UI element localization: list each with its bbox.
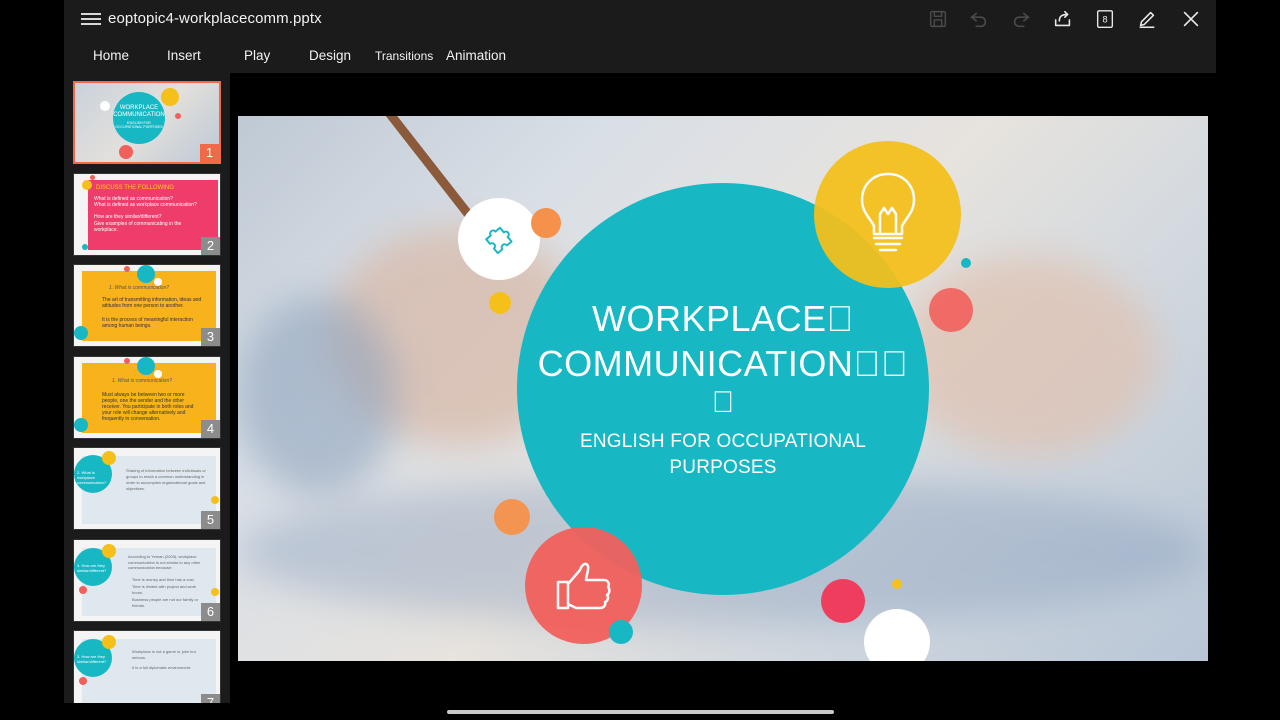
background-photo-sleeve bbox=[238, 296, 398, 496]
slide-number: 6 bbox=[201, 603, 220, 621]
thumbnail-line: Time is money and time has a cost. bbox=[132, 577, 195, 582]
top-bar: eoptopic4-workplacecomm.pptx 8 Home Inse… bbox=[64, 0, 1216, 73]
thumbnail-line: It is the process of meaningful interact… bbox=[102, 317, 193, 329]
slide-thumbnail-1[interactable]: WORKPLACE COMMUNICATION ENGLISH FOR OCCU… bbox=[73, 81, 221, 164]
thumbnail-line: What is defined as workplace communicati… bbox=[94, 202, 197, 208]
home-indicator[interactable] bbox=[447, 710, 834, 714]
thumbnail-title: DISCUSS THE FOLLOWING bbox=[96, 185, 174, 191]
slide-thumbnail-5[interactable]: 2. What is workplace communication? Shar… bbox=[73, 447, 221, 530]
share-icon[interactable] bbox=[1050, 6, 1076, 32]
decor-dot-orange-large bbox=[494, 499, 530, 535]
tab-insert[interactable]: Insert bbox=[167, 48, 201, 63]
slide-subtitle-line-2: PURPOSES bbox=[669, 457, 777, 478]
lightbulb-circle bbox=[814, 141, 961, 288]
undo-icon[interactable] bbox=[966, 6, 992, 32]
slide-number: 5 bbox=[201, 511, 220, 529]
decor-dot-orange bbox=[531, 208, 561, 238]
hamburger-menu-icon[interactable] bbox=[81, 10, 101, 30]
tab-transitions[interactable]: Transitions bbox=[375, 49, 433, 63]
slide-count-icon[interactable]: 8 bbox=[1092, 6, 1118, 32]
slide-thumbnail-6[interactable]: 3. How are they similar/different? Accor… bbox=[73, 539, 221, 622]
tab-play[interactable]: Play bbox=[244, 48, 270, 63]
thumbnail-subtitle: ENGLISH FOR OCCUPATIONAL PURPOSES bbox=[115, 121, 163, 129]
tab-home[interactable]: Home bbox=[93, 48, 129, 63]
thumbnail-title: 3. How are they similar/different? bbox=[77, 654, 107, 664]
thumbnail-title: WORKPLACE COMMUNICATION bbox=[113, 105, 165, 118]
thumbnail-line: Time is limited with project and work ho… bbox=[132, 584, 197, 595]
thumbnail-line: According to Yeman (2005), workplace com… bbox=[128, 554, 201, 570]
thumbnail-line: How are they similar/different? bbox=[94, 214, 162, 220]
slide-thumbnail-3[interactable]: 1. What is communication? The art of tra… bbox=[73, 264, 221, 347]
slide-title-line-2: COMMUNICATION   bbox=[537, 343, 909, 384]
lightbulb-icon bbox=[860, 172, 915, 251]
slide-thumbnail-4[interactable]: 1. What is communication? Must always be… bbox=[73, 356, 221, 439]
thumbnail-title: 1. What is communication? bbox=[109, 285, 170, 291]
thumbnail-line: Workplace is not a game or joke but seri… bbox=[132, 649, 196, 660]
thumbnail-title: 3. How are they similar/different? bbox=[77, 563, 107, 573]
puzzle-circle bbox=[458, 198, 540, 280]
thumbnail-line: Give examples of communicating in the wo… bbox=[94, 221, 182, 233]
decor-dot-yellow bbox=[489, 292, 511, 314]
thumbnail-title: 1. What is communication? bbox=[112, 378, 173, 384]
decor-dot-coral bbox=[929, 288, 973, 332]
slide-canvas: WORKPLACE  COMMUNICATION     ENGLISH FOR… bbox=[236, 73, 1216, 703]
decor-dot-teal-small bbox=[961, 258, 971, 268]
tab-animation[interactable]: Animation bbox=[446, 48, 506, 63]
slide-number: 1 bbox=[200, 144, 219, 162]
decor-dot-yellow-small bbox=[892, 579, 902, 589]
close-icon[interactable] bbox=[1178, 6, 1204, 32]
slide-number: 2 bbox=[201, 237, 220, 255]
slide-thumbnail-panel[interactable]: WORKPLACE COMMUNICATION ENGLISH FOR OCCU… bbox=[64, 73, 230, 703]
slide-number: 7 bbox=[201, 694, 220, 703]
slide-thumbnail-2[interactable]: DISCUSS THE FOLLOWING What is defined as… bbox=[73, 173, 221, 256]
slide-title-line-3:   bbox=[711, 386, 735, 419]
thumbnail-title: 2. What is workplace communication? bbox=[77, 470, 107, 485]
slide-number: 4 bbox=[201, 420, 220, 438]
file-name: eoptopic4-workplacecomm.pptx bbox=[108, 10, 322, 27]
presentation-app: eoptopic4-workplacecomm.pptx 8 Home Inse… bbox=[64, 0, 1216, 720]
thumbnail-line: The art of transmitting information, ide… bbox=[102, 297, 202, 309]
slide-number: 3 bbox=[201, 328, 220, 346]
thumbnail-line: Sharing of information between individua… bbox=[126, 468, 206, 491]
background-photo-hand-right bbox=[898, 256, 1158, 456]
decor-dot-pink bbox=[821, 579, 865, 623]
slide-subtitle-line-1: ENGLISH FOR OCCUPATIONAL bbox=[580, 431, 866, 452]
tab-design[interactable]: Design bbox=[309, 48, 351, 63]
edit-pen-icon[interactable] bbox=[1134, 6, 1160, 32]
slide-count-value: 8 bbox=[1102, 15, 1107, 25]
slide-thumbnail-7[interactable]: 3. How are they similar/different? Workp… bbox=[73, 630, 221, 703]
slide-title-line-1: WORKPLACE  bbox=[591, 298, 855, 339]
decor-dot-teal bbox=[609, 620, 633, 644]
current-slide[interactable]: WORKPLACE  COMMUNICATION     ENGLISH FOR… bbox=[238, 116, 1208, 661]
thumbnail-line: Business people are not our family or fr… bbox=[132, 597, 199, 608]
thumbs-up-icon bbox=[556, 562, 611, 609]
save-icon[interactable] bbox=[925, 6, 951, 32]
puzzle-icon bbox=[485, 226, 513, 255]
thumbnail-line: It is a full diplomatic environment. bbox=[132, 665, 192, 670]
redo-icon[interactable] bbox=[1008, 6, 1034, 32]
thumbnail-line: Must always be between two or more peopl… bbox=[102, 392, 194, 422]
